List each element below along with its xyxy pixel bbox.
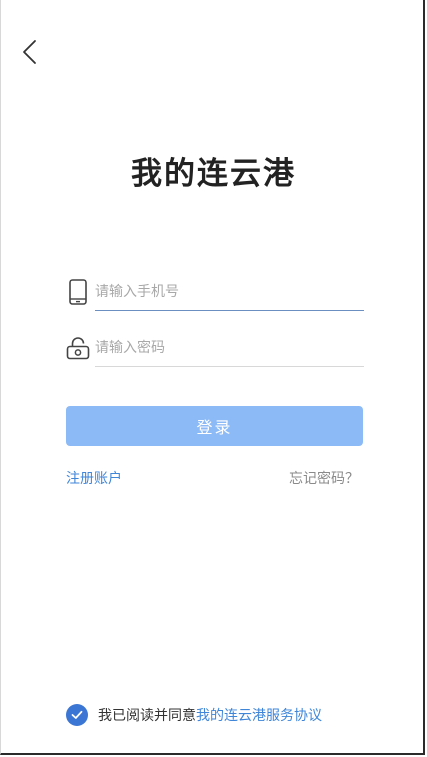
password-underline [95,366,364,367]
phone-icon [66,279,90,305]
agreement-checkbox[interactable] [66,704,88,726]
register-link[interactable]: 注册账户 [66,468,122,488]
phone-input[interactable] [95,275,364,309]
service-agreement-link[interactable]: 我的连云港服务协议 [196,705,322,725]
phone-underline [95,310,364,311]
agreement-row: 我已阅读并同意 我的连云港服务协议 [66,704,322,726]
forgot-password-link[interactable]: 忘记密码？ [289,468,359,488]
agreement-text: 我已阅读并同意 [98,708,196,724]
page-title: 我的连云港 [131,156,296,192]
lock-icon [66,335,90,361]
password-field [66,331,364,367]
checkmark-icon [71,710,83,719]
screen-frame [0,0,425,755]
login-button[interactable]: 登录 [66,406,363,446]
back-button[interactable] [14,36,46,68]
chevron-left-icon [23,40,36,64]
phone-field [66,275,364,311]
password-input[interactable] [95,331,364,365]
